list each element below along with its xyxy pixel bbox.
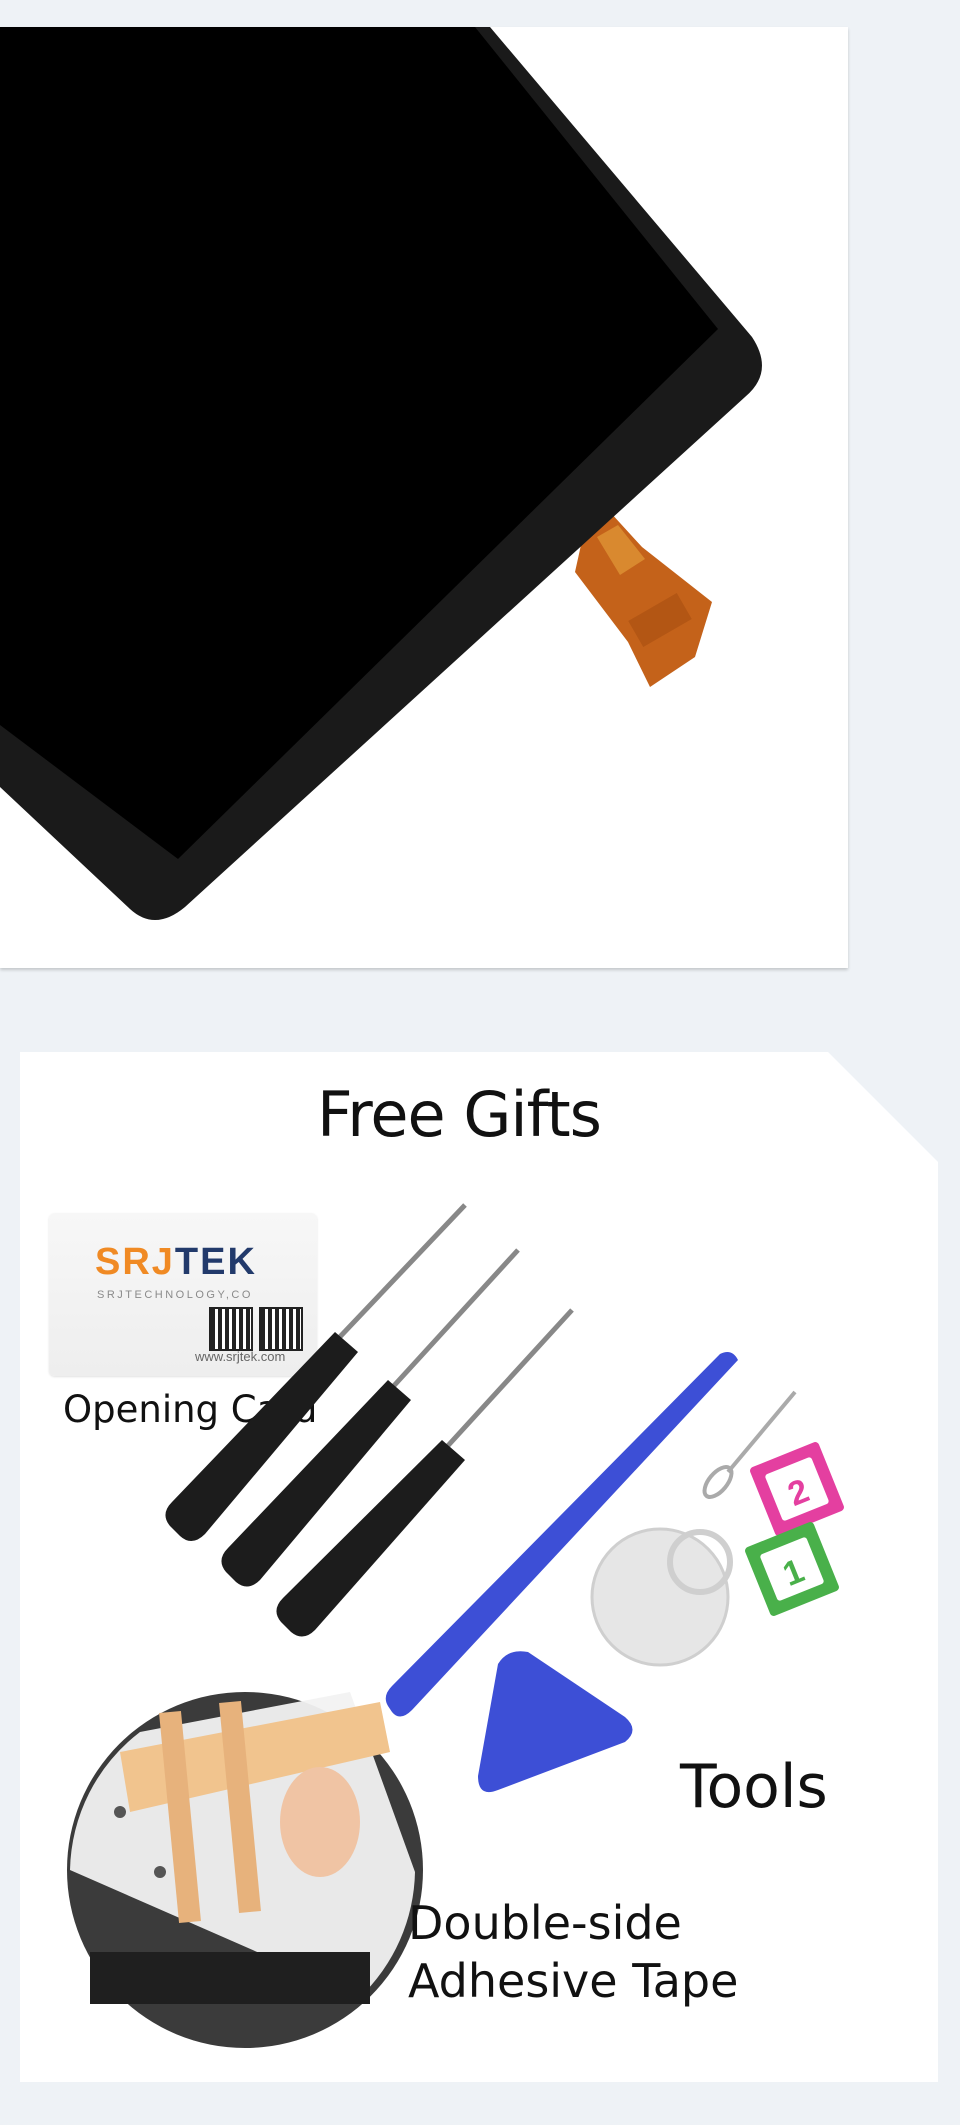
product-image-panel [0,27,848,968]
wipes-packet-icon: 1 [745,1522,839,1616]
wipes-packet-icon: 2 [750,1442,844,1536]
suction-cup-icon [590,1527,733,1667]
lcd-screen-image [0,27,762,921]
tools-label: Tools [680,1752,828,1822]
flex-cable-graphic [575,512,712,687]
tape-label-line1: Double-side [408,1896,682,1950]
tape-label-line2: Adhesive Tape [408,1954,739,2008]
triangle-pick-icon [478,1651,633,1793]
free-gifts-panel: Free Gifts SRJTEK SRJTECHNOLOGY,CO www.s… [20,1052,938,2082]
tape-label: Double-side Adhesive Tape [408,1894,738,2010]
adhesive-tape-photo [67,1692,423,2048]
